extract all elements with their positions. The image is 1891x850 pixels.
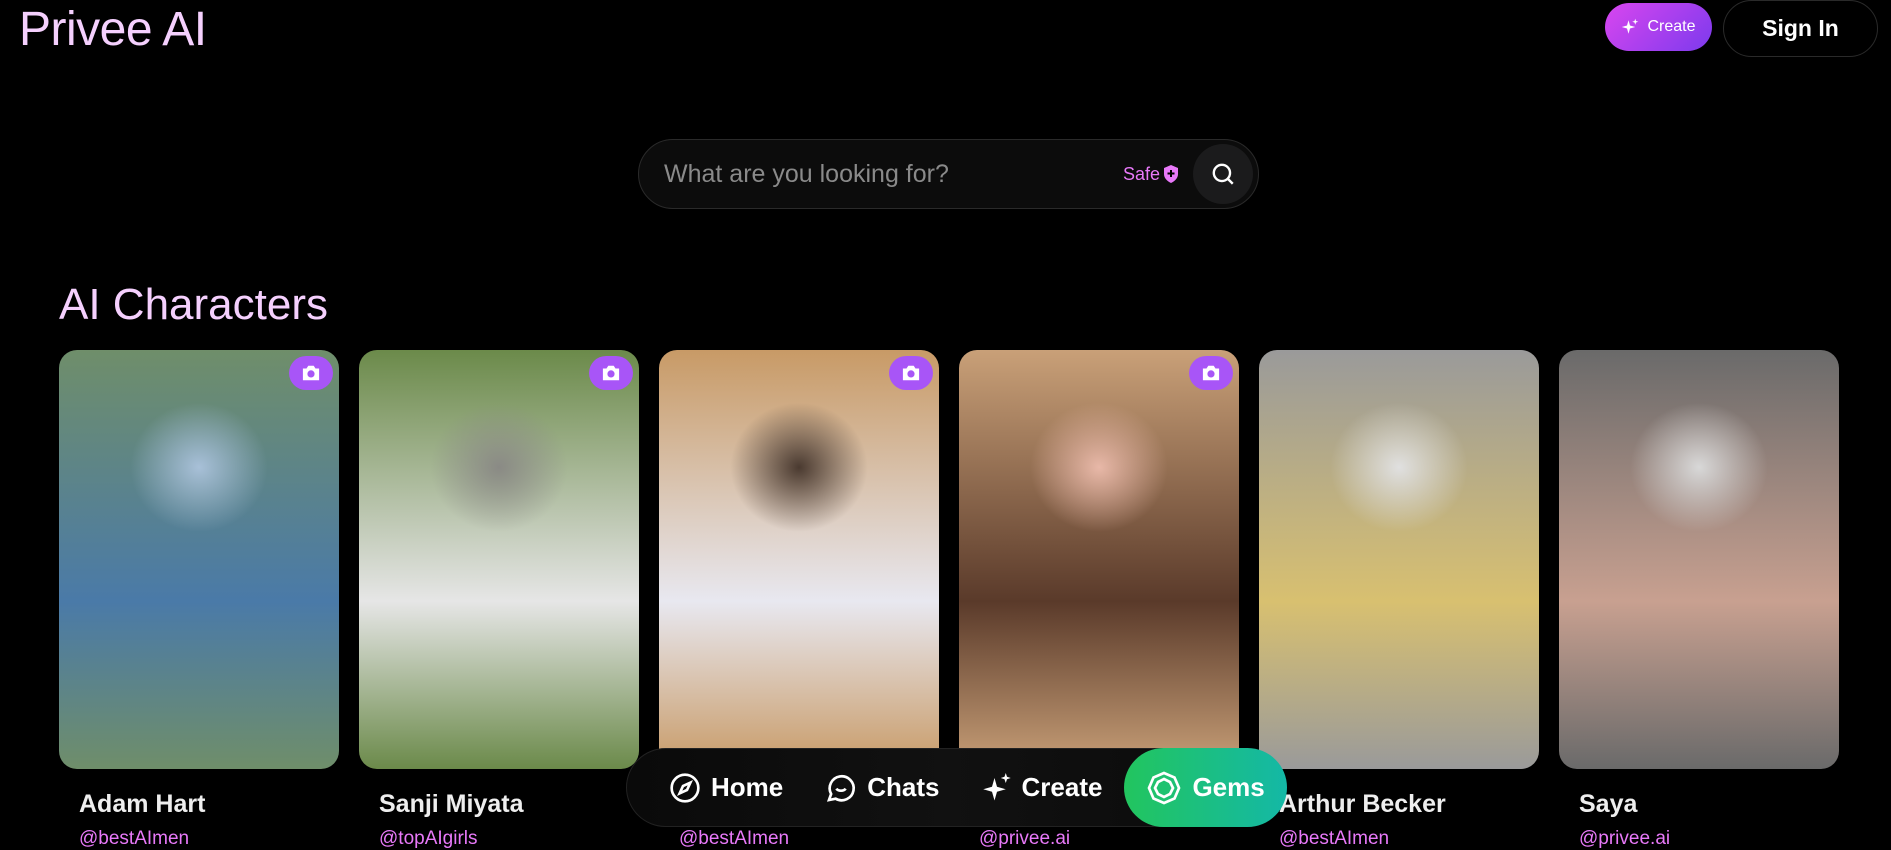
character-handle[interactable]: @topAIgirls	[379, 828, 478, 850]
character-card[interactable]: Sanji Miyata @topAIgirls	[359, 350, 639, 849]
nav-chats[interactable]: Chats	[805, 749, 961, 826]
bottom-nav: Home Chats Create Gems	[626, 748, 1287, 827]
search-bar: Safe	[638, 139, 1259, 209]
nav-gems-label: Gems	[1192, 772, 1265, 802]
search-input[interactable]	[664, 159, 1123, 189]
camera-icon	[1202, 365, 1220, 381]
chat-bubble-icon	[827, 774, 856, 802]
sparkles-icon	[1622, 18, 1639, 34]
nav-home-label: Home	[711, 772, 784, 802]
nav-create[interactable]: Create	[962, 749, 1125, 826]
search-button[interactable]	[1193, 144, 1253, 204]
nav-chats-label: Chats	[867, 772, 940, 802]
character-name[interactable]: Arthur Becker	[1279, 790, 1446, 819]
safe-label: Safe	[1122, 163, 1160, 184]
character-image[interactable]	[959, 350, 1239, 769]
camera-badge	[889, 356, 933, 390]
camera-badge	[589, 356, 633, 390]
character-image[interactable]	[1559, 350, 1839, 769]
sign-in-button[interactable]: Sign In	[1723, 0, 1878, 57]
shield-plus-icon	[1164, 165, 1178, 183]
character-card[interactable]: Adam Hart @bestAImen	[59, 350, 339, 849]
nav-create-label: Create	[1021, 772, 1103, 802]
character-handle[interactable]: @privee.ai	[1579, 828, 1670, 850]
character-handle[interactable]: @privee.ai	[979, 828, 1070, 850]
logo[interactable]: Privee AI	[19, 2, 207, 57]
character-image[interactable]	[59, 350, 339, 769]
camera-icon	[302, 365, 320, 381]
character-image[interactable]	[659, 350, 939, 769]
character-name[interactable]: Sanji Miyata	[379, 790, 524, 819]
camera-badge	[289, 356, 333, 390]
camera-icon	[902, 365, 920, 381]
character-handle[interactable]: @bestAImen	[79, 828, 189, 850]
nav-home[interactable]: Home	[649, 749, 805, 826]
compass-icon	[670, 772, 700, 803]
sparkles-icon	[982, 772, 1011, 800]
camera-icon	[602, 365, 620, 381]
character-card[interactable]: @privee.ai	[959, 350, 1239, 849]
section-title: AI Characters	[59, 280, 328, 329]
nav-gems[interactable]: Gems	[1124, 748, 1287, 827]
character-image[interactable]	[359, 350, 639, 769]
character-handle[interactable]: @bestAImen	[679, 828, 789, 850]
camera-badge	[1189, 356, 1233, 390]
character-name[interactable]: Saya	[1579, 790, 1637, 819]
search-icon	[1212, 163, 1234, 185]
safe-toggle[interactable]: Safe	[1123, 164, 1179, 185]
create-button[interactable]: Create	[1605, 3, 1712, 51]
create-label: Create	[1647, 18, 1696, 35]
character-card[interactable]: Saya @privee.ai	[1559, 350, 1839, 849]
character-card[interactable]: Arthur Becker @bestAImen	[1259, 350, 1539, 849]
character-name[interactable]: Adam Hart	[79, 790, 205, 819]
gem-icon	[1147, 771, 1181, 804]
character-handle[interactable]: @bestAImen	[1279, 828, 1389, 850]
character-image[interactable]	[1259, 350, 1539, 769]
character-card[interactable]: @bestAImen	[659, 350, 939, 849]
